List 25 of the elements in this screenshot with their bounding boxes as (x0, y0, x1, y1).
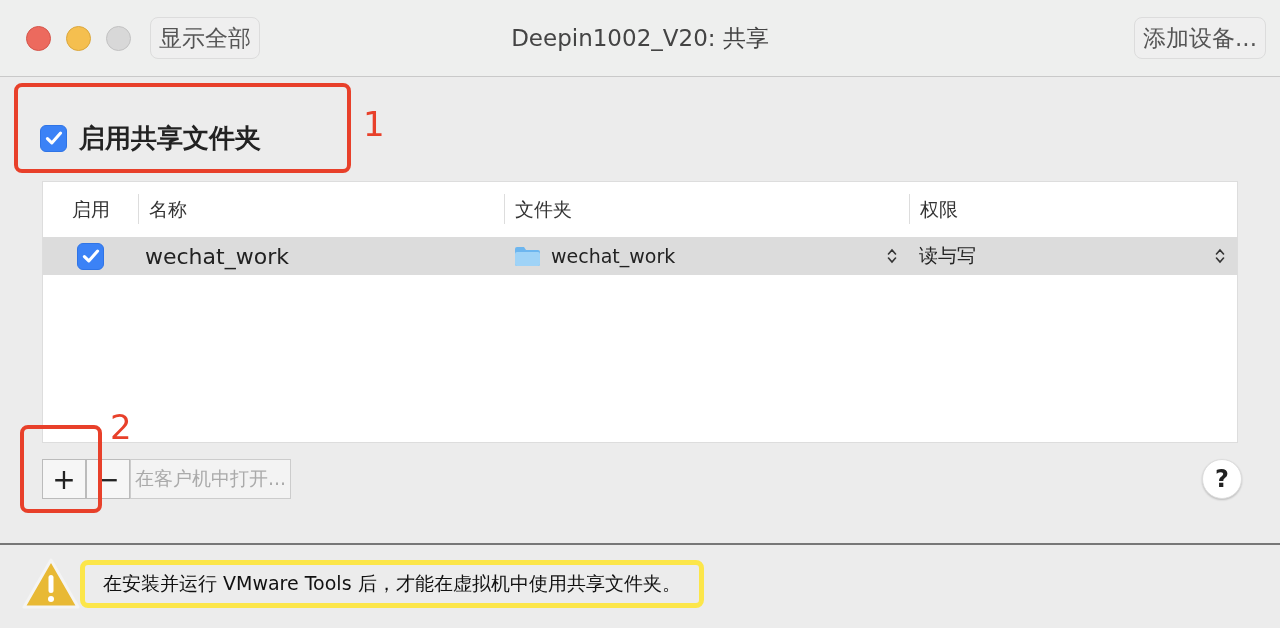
column-header[interactable]: 文件夹 (504, 194, 909, 224)
close-window-button[interactable] (26, 25, 51, 51)
checkbox[interactable] (77, 242, 104, 270)
window-title: Deepin1002_V20: 共享 (511, 23, 769, 53)
checkbox[interactable] (40, 124, 67, 152)
column-header[interactable]: 启用 (43, 194, 138, 224)
show-all-button[interactable]: 显示全部 (150, 17, 260, 59)
table-cell-text: wechat_work (144, 243, 290, 269)
folder-popup[interactable]: wechat_work (504, 237, 909, 275)
help-button[interactable]: ? (1202, 459, 1242, 499)
add-button[interactable]: + (42, 459, 86, 499)
warning-icon (22, 556, 80, 611)
minimize-window-button[interactable] (66, 25, 91, 51)
permission-popup[interactable]: 读与写 (909, 237, 1237, 275)
annotation-number: 1 (363, 104, 385, 144)
column-header[interactable]: 权限 (909, 194, 1237, 224)
stepper-icon (1215, 248, 1225, 264)
folder-icon (514, 245, 541, 267)
stepper-icon (887, 248, 897, 264)
add-device-button[interactable]: 添加设备... (1134, 17, 1266, 59)
annotation-number: 2 (110, 407, 132, 447)
checkbox-label: 启用共享文件夹 (79, 121, 261, 155)
table-row[interactable]: wechat_work wechat_work 读与写 (43, 237, 1237, 275)
column-header[interactable]: 名称 (138, 194, 504, 224)
info-message: 在安装并运行 VMware Tools 后，才能在虚拟机中使用共享文件夹。 (80, 559, 704, 608)
